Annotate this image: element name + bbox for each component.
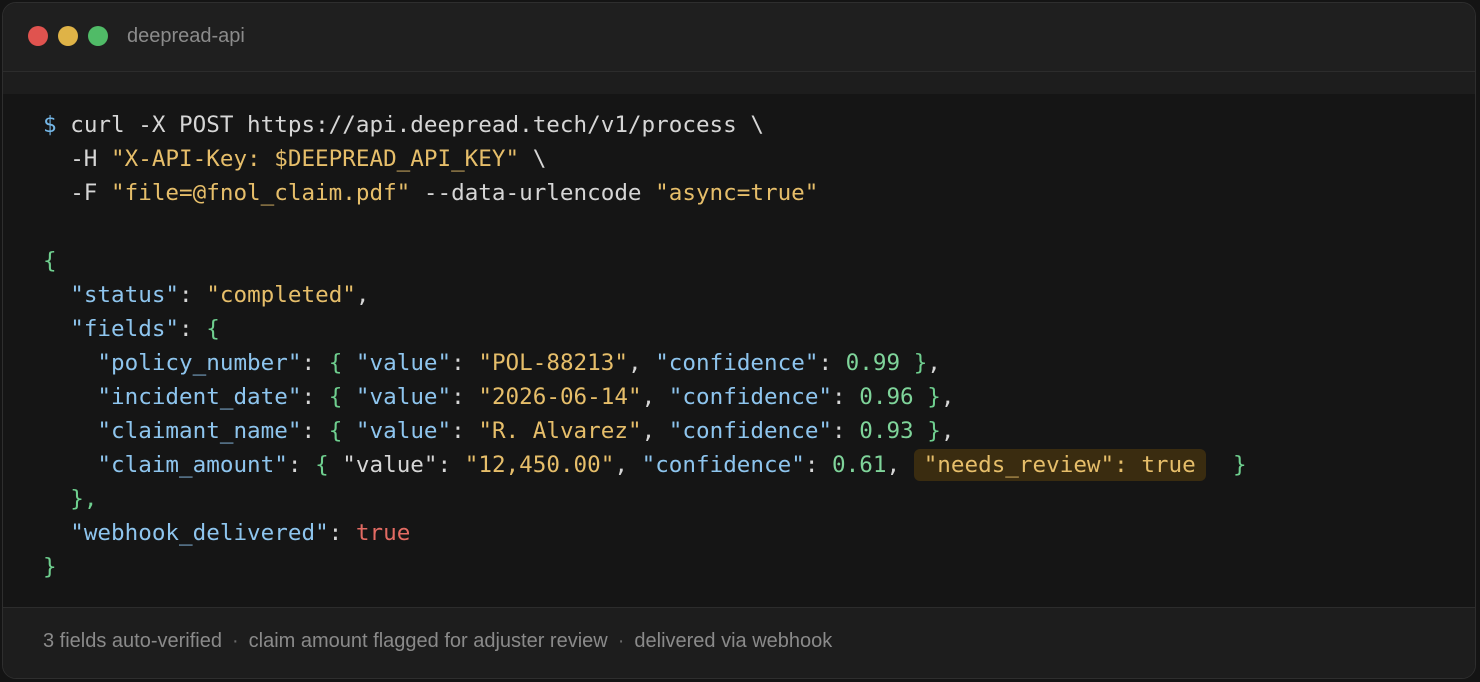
needs-review-flag: "needs_review": true <box>913 449 1206 481</box>
field-row: "claimant_name": { "value": "R. Alvarez"… <box>97 418 955 444</box>
field-value: "POL-88213" <box>478 350 628 376</box>
curl-command: curl -X POST https://api.deepread.tech/v… <box>70 112 764 138</box>
api-key-header: "X-API-Key: $DEEPREAD_API_KEY" <box>111 146 520 172</box>
field-confidence: 0.96 <box>859 384 914 410</box>
async-param: "async=true" <box>655 180 819 206</box>
maximize-window-button[interactable] <box>88 26 108 46</box>
webhook-key: "webhook_delivered" <box>70 520 329 546</box>
footer-item: delivered via webhook <box>634 630 833 652</box>
fields-close-line: }, <box>43 482 1247 516</box>
field-name: "policy_number" <box>97 350 302 376</box>
command-line-3: -F "file=@fnol_claim.pdf" --data-urlenco… <box>43 176 1247 210</box>
field-name: "incident_date" <box>97 384 302 410</box>
webhook-value: true <box>355 520 411 546</box>
footer-separator: · <box>231 630 239 652</box>
json-close: } <box>43 550 1247 584</box>
footer-item: claim amount flagged for adjuster review <box>248 630 608 652</box>
field-name: "claim_amount" <box>97 452 288 478</box>
value-key: "value" <box>355 384 452 410</box>
close-brace: } <box>43 554 57 580</box>
value-key: "value" <box>355 418 452 444</box>
value-key: "value" <box>355 350 452 376</box>
confidence-key: "confidence" <box>668 418 833 444</box>
fields-line: "fields": { <box>70 316 220 342</box>
form-flag: -F <box>43 180 112 206</box>
field-row: "policy_number": { "value": "POL-88213",… <box>97 350 941 376</box>
code-block: $ curl -X POST https://api.deepread.tech… <box>3 94 1475 608</box>
field-value: "2026-06-14" <box>478 384 642 410</box>
status-footer: 3 fields auto-verified · claim amount flag… <box>3 608 1475 678</box>
footer-item: 3 fields auto-verified <box>43 630 222 652</box>
field-name: "claimant_name" <box>97 418 302 444</box>
webhook-line: "webhook_delivered": true <box>70 520 411 546</box>
terminal-window: deepread-api $ curl -X POST https://api.… <box>2 2 1476 679</box>
close-window-button[interactable] <box>28 26 48 46</box>
header-flag: -H <box>43 146 112 172</box>
confidence-key: "confidence" <box>668 384 833 410</box>
open-brace: { <box>43 248 57 274</box>
fields-key: "fields" <box>70 316 180 342</box>
field-confidence: 0.61 <box>832 452 887 478</box>
field-confidence: 0.93 <box>859 418 914 444</box>
status-line: "status": "completed", <box>70 282 370 308</box>
field-value: "R. Alvarez" <box>478 418 642 444</box>
command-line-2: -H "X-API-Key: $DEEPREAD_API_KEY" \ <box>43 142 1247 176</box>
json-open: { <box>43 244 1247 278</box>
title-bar: deepread-api <box>3 3 1475 72</box>
line-continuation: \ <box>519 146 547 172</box>
status-value: "completed" <box>206 282 356 308</box>
field-value: "12,450.00" <box>464 452 615 478</box>
value-key: "value" <box>342 452 438 478</box>
confidence-key: "confidence" <box>655 350 819 376</box>
shell-prompt: $ <box>43 112 57 138</box>
fields-close: }, <box>70 486 98 512</box>
file-param: "file=@fnol_claim.pdf" <box>111 180 411 206</box>
code-content: $ curl -X POST https://api.deepread.tech… <box>43 108 1247 584</box>
window-title: deepread-api <box>127 25 245 47</box>
title-divider <box>3 72 1475 94</box>
confidence-key: "confidence" <box>641 452 805 478</box>
field-row: "claim_amount": { "value": "12,450.00", … <box>43 448 1247 482</box>
footer-summary: 3 fields auto-verified · claim amount flag… <box>43 630 832 653</box>
urlencode-option: --data-urlencode <box>410 180 656 206</box>
footer-separator: · <box>617 630 625 652</box>
field-row: "incident_date": { "value": "2026-06-14"… <box>97 384 955 410</box>
minimize-window-button[interactable] <box>58 26 78 46</box>
command-line-1: $ curl -X POST https://api.deepread.tech… <box>43 108 1247 142</box>
status-key: "status" <box>70 282 180 308</box>
field-confidence: 0.99 <box>845 350 901 376</box>
